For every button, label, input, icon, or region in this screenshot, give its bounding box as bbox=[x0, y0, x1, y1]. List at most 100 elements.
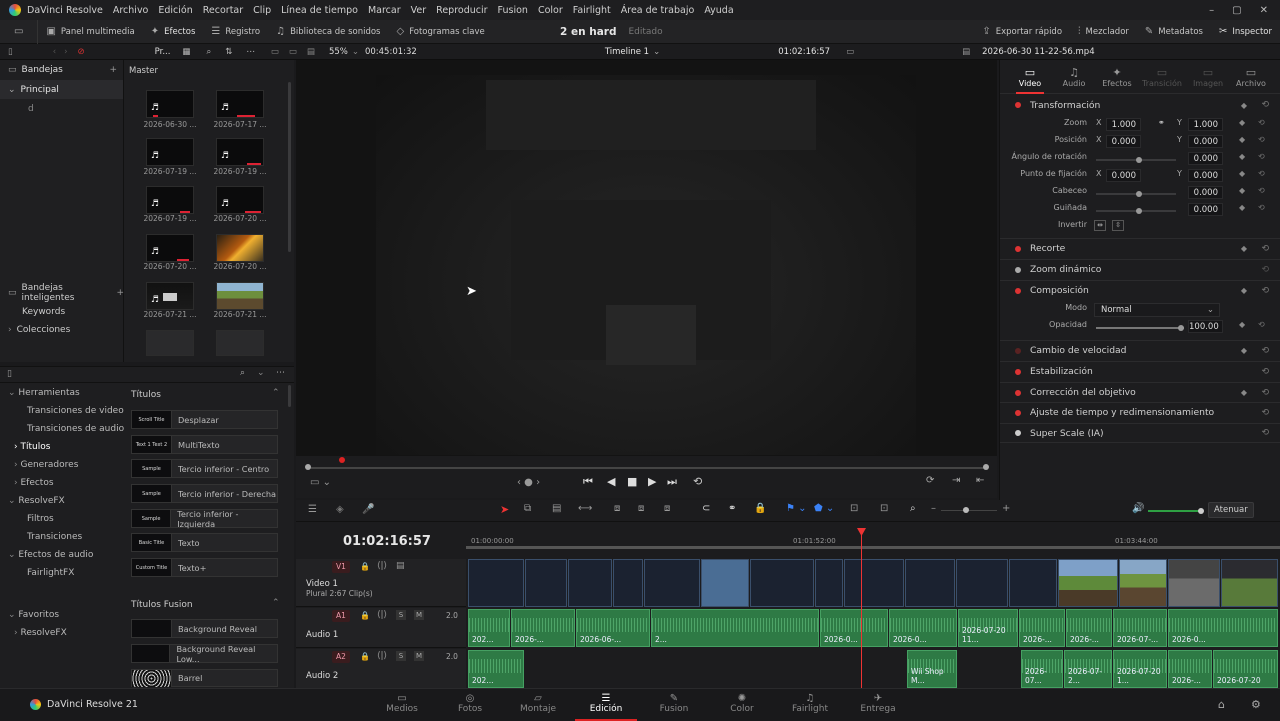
lock-icon[interactable]: 🔒 bbox=[360, 562, 370, 571]
menu-area-trabajo[interactable]: Área de trabajo bbox=[616, 5, 700, 16]
scrubber-end[interactable] bbox=[983, 464, 989, 470]
menu-fusion[interactable]: Fusion bbox=[493, 5, 533, 16]
stop-button[interactable]: ■ bbox=[627, 475, 637, 488]
first-frame-button[interactable]: ⏮ bbox=[583, 475, 593, 489]
timeline-view-icon[interactable]: ☰ bbox=[308, 504, 317, 515]
keyframe-icon[interactable]: ◆ bbox=[1239, 203, 1245, 212]
slider-knob[interactable] bbox=[1136, 157, 1142, 163]
section-lens-correction[interactable]: Corrección del objetivo ◆ ⟲ bbox=[1000, 382, 1280, 402]
mixer-button[interactable]: ⫶ Mezclador bbox=[1070, 20, 1137, 44]
media-clip-thumbnail[interactable]: ♬ bbox=[146, 234, 194, 262]
reset-icon[interactable]: ⟲ bbox=[1261, 346, 1269, 356]
reset-icon[interactable]: ⟲ bbox=[1258, 152, 1265, 161]
replace-clip-icon[interactable]: ⧈ bbox=[664, 503, 670, 514]
video-clip[interactable] bbox=[644, 559, 700, 607]
tree-fairlightfx[interactable]: FairlightFX bbox=[27, 568, 74, 578]
audio-clip[interactable]: 2026-07-20 1... bbox=[1113, 650, 1167, 688]
menu-linea-tiempo[interactable]: Línea de tiempo bbox=[276, 5, 363, 16]
keyframe-icon[interactable]: ◆ bbox=[1241, 286, 1247, 295]
fusion-title-item[interactable]: Barrel bbox=[131, 669, 278, 687]
lock-icon[interactable]: 🔒 bbox=[754, 503, 766, 514]
audio-clip[interactable]: 202... bbox=[468, 650, 524, 688]
zoom-slider[interactable] bbox=[941, 507, 997, 513]
loop-button[interactable]: ⟲ bbox=[693, 475, 702, 488]
audio-clip[interactable]: 2026-0... bbox=[820, 609, 888, 647]
chevron-down-icon[interactable]: ⌄ bbox=[653, 47, 660, 57]
page-color[interactable]: ✺ Color bbox=[711, 689, 773, 721]
viewer-options-icon[interactable]: ▭ bbox=[846, 47, 854, 57]
keyframe-icon[interactable]: ◆ bbox=[1239, 152, 1245, 161]
maximize-icon[interactable]: ▢ bbox=[1232, 5, 1241, 16]
enabled-dot-icon[interactable] bbox=[1015, 245, 1021, 252]
panel-toggle-icon[interactable]: ▯ bbox=[7, 369, 12, 379]
scrubber-start[interactable] bbox=[305, 464, 311, 470]
bin-principal[interactable]: ⌄ Principal bbox=[0, 80, 123, 99]
anchor-y-input[interactable]: 0.000 bbox=[1188, 169, 1223, 182]
menu-recortar[interactable]: Recortar bbox=[198, 5, 248, 16]
snapping-icon[interactable]: ⊂ bbox=[702, 503, 710, 514]
audio-clip[interactable]: 2026-07-20 11... bbox=[958, 609, 1018, 647]
linked-selection-icon[interactable]: ⚭ bbox=[728, 503, 736, 514]
zoom-y-input[interactable]: 1.000 bbox=[1188, 118, 1223, 131]
enabled-dot-icon[interactable] bbox=[1015, 287, 1021, 294]
media-clip-thumbnail[interactable] bbox=[216, 234, 264, 262]
video-clip[interactable] bbox=[568, 559, 612, 607]
media-clip-thumbnail[interactable]: ♬ bbox=[216, 186, 264, 214]
link-icon[interactable]: ⊘ bbox=[78, 47, 85, 57]
tree-filters[interactable]: Filtros bbox=[27, 514, 54, 524]
reset-icon[interactable]: ⟲ bbox=[1258, 186, 1265, 195]
opacity-slider[interactable] bbox=[1096, 325, 1184, 331]
match-frame-icon[interactable]: ⟳ bbox=[926, 475, 934, 486]
video-clip[interactable] bbox=[844, 559, 904, 607]
section-crop[interactable]: Recorte ◆ ⟲ bbox=[1000, 238, 1280, 258]
rotation-input[interactable]: 0.000 bbox=[1188, 152, 1223, 165]
clip-info-icon[interactable]: ▤ bbox=[962, 47, 970, 57]
video-clip[interactable] bbox=[1221, 559, 1278, 607]
slider-knob[interactable] bbox=[1136, 191, 1142, 197]
attenuate-button[interactable]: Atenuar bbox=[1208, 502, 1254, 518]
media-clip-thumbnail[interactable]: ♬ bbox=[216, 90, 264, 118]
search-icon[interactable]: ⌕ bbox=[240, 368, 245, 378]
section-speed-change[interactable]: Cambio de velocidad ◆ ⟲ bbox=[1000, 340, 1280, 360]
video-clip[interactable] bbox=[815, 559, 843, 607]
tree-titles[interactable]: › Títulos bbox=[14, 442, 50, 452]
collapse-icon[interactable]: ⌃ bbox=[272, 388, 280, 398]
yaw-input[interactable]: 0.000 bbox=[1188, 203, 1223, 216]
prev-edit-icon[interactable]: ⇤ bbox=[976, 475, 984, 486]
timeline-playhead[interactable] bbox=[861, 532, 862, 688]
track-visibility-icon[interactable]: ▤ bbox=[396, 561, 405, 571]
page-edit[interactable]: ☰ Edición bbox=[575, 689, 637, 721]
audio-clip[interactable]: 2026-0... bbox=[889, 609, 957, 647]
overwrite-clip-icon[interactable]: ⧈ bbox=[638, 503, 644, 514]
nav-forward-icon[interactable]: › bbox=[64, 47, 67, 57]
keyframes-button[interactable]: ◇ Fotogramas clave bbox=[388, 20, 492, 44]
opacity-input[interactable]: 100.00 bbox=[1188, 320, 1223, 333]
media-clip-thumbnail[interactable]: ♬ bbox=[146, 90, 194, 118]
flip-vertical-icon[interactable]: ⇳ bbox=[1112, 220, 1124, 231]
enabled-dot-icon[interactable] bbox=[1015, 409, 1021, 416]
page-media[interactable]: ▭ Medios bbox=[371, 689, 433, 721]
lock-icon[interactable]: 🔒 bbox=[360, 611, 370, 620]
timeline-name[interactable]: Timeline 1 bbox=[605, 47, 649, 57]
page-deliver[interactable]: ✈ Entrega bbox=[847, 689, 909, 721]
audio-clip[interactable]: 2... bbox=[651, 609, 819, 647]
tree-transitions[interactable]: Transiciones bbox=[27, 532, 82, 542]
tree-fav-resolvefx[interactable]: › ResolveFX bbox=[14, 628, 67, 638]
tab-file[interactable]: ▭ Archivo bbox=[1234, 66, 1268, 88]
mute-button[interactable]: M bbox=[414, 610, 424, 620]
reset-icon[interactable]: ⟲ bbox=[1258, 320, 1265, 329]
reset-icon[interactable]: ⟲ bbox=[1261, 244, 1269, 254]
keyframe-icon[interactable]: ◆ bbox=[1239, 186, 1245, 195]
video-viewer[interactable]: ➤ bbox=[296, 60, 997, 456]
inspector-button[interactable]: ✂ Inspector bbox=[1211, 20, 1280, 44]
jog-control[interactable]: ‹ ● › bbox=[517, 477, 540, 488]
menu-ver[interactable]: Ver bbox=[406, 5, 432, 16]
flip-horizontal-icon[interactable]: ⇹ bbox=[1094, 220, 1106, 231]
next-edit-icon[interactable]: ⇥ bbox=[952, 475, 960, 486]
audio-clip[interactable]: 2026-... bbox=[1019, 609, 1065, 647]
effects-scrollbar[interactable] bbox=[288, 385, 291, 407]
fusion-title-item[interactable]: Background Reveal bbox=[131, 619, 278, 638]
reset-icon[interactable]: ⟲ bbox=[1261, 388, 1269, 398]
page-fairlight[interactable]: ♫ Fairlight bbox=[779, 689, 841, 721]
metadata-button[interactable]: ✎ Metadatos bbox=[1137, 20, 1211, 44]
